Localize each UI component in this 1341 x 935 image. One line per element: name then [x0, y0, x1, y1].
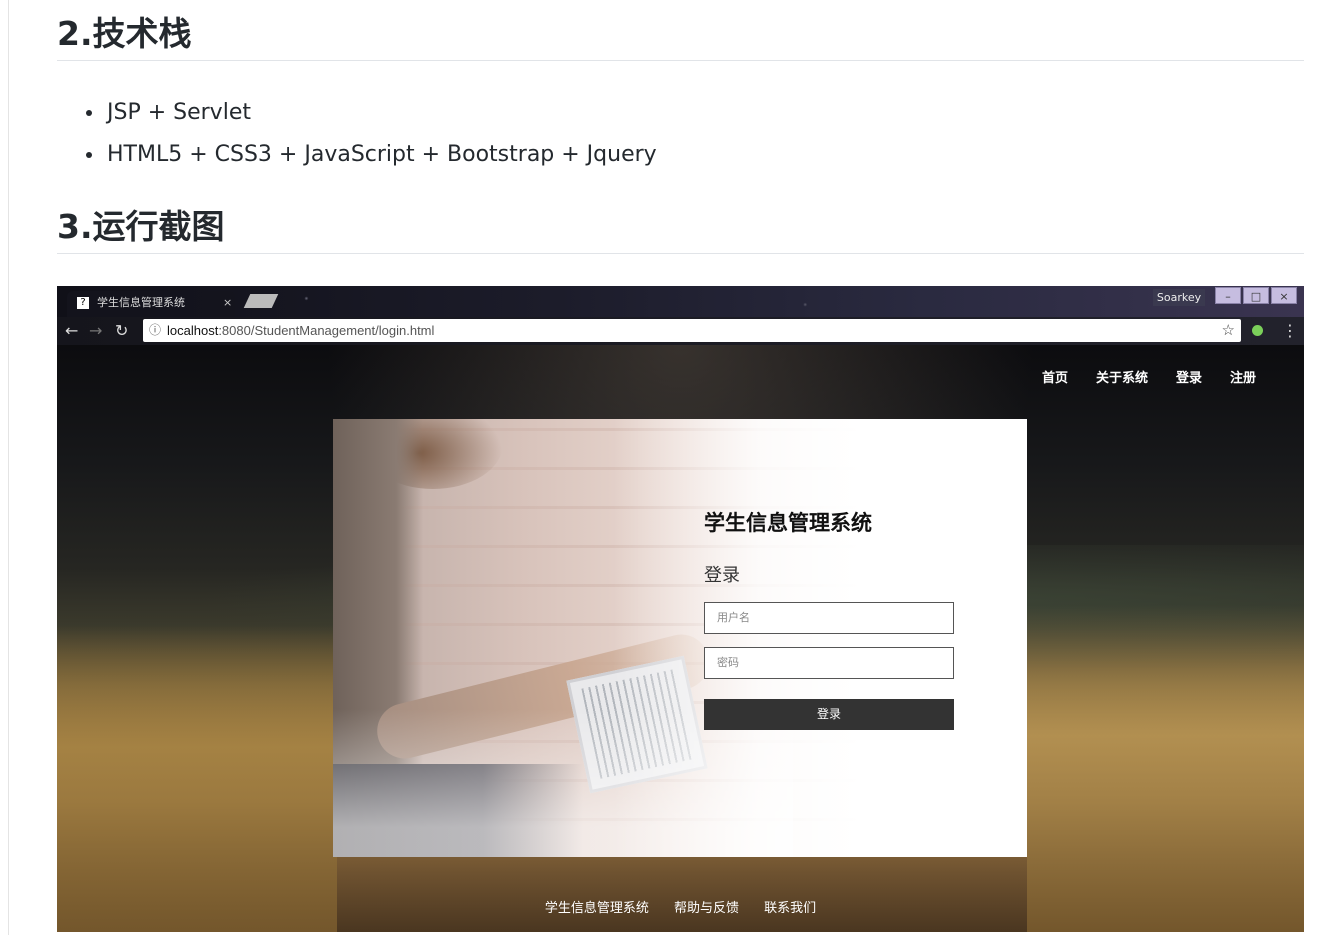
- maximize-button[interactable]: □: [1243, 287, 1269, 304]
- site-footer: 学生信息管理系统 帮助与反馈 联系我们: [57, 897, 1304, 916]
- site-nav: 首页 关于系统 登录 注册: [1042, 367, 1256, 386]
- footer-link-system[interactable]: 学生信息管理系统: [545, 897, 649, 916]
- url-path: :8080/StudentManagement/login.html: [218, 323, 435, 338]
- username-input[interactable]: 用户名: [704, 602, 954, 634]
- nav-item-register[interactable]: 注册: [1230, 367, 1256, 386]
- url-host: localhost: [167, 323, 219, 338]
- browser-toolbar: ← → ↻ ⓘ localhost:8080/StudentManagement…: [57, 317, 1304, 345]
- profile-chip[interactable]: Soarkey: [1153, 289, 1205, 306]
- app-screenshot: ? 学生信息管理系统 × Soarkey – □ × ← → ↻ ⓘ local…: [57, 286, 1304, 932]
- login-button[interactable]: 登录: [704, 699, 954, 730]
- forward-arrow-icon[interactable]: →: [89, 321, 102, 341]
- browser-tab[interactable]: ? 学生信息管理系统 ×: [67, 291, 235, 317]
- system-title: 学生信息管理系统: [704, 511, 872, 535]
- new-tab-button[interactable]: [243, 294, 279, 308]
- nav-item-login[interactable]: 登录: [1176, 367, 1202, 386]
- address-bar-input[interactable]: ⓘ localhost:8080/StudentManagement/login…: [143, 319, 1241, 342]
- footer-link-help[interactable]: 帮助与反馈: [674, 897, 739, 916]
- list-item: HTML5 + CSS3 + JavaScript + Bootstrap + …: [105, 134, 657, 176]
- section-heading-screenshots: 3.运行截图: [57, 207, 1304, 254]
- nav-item-about[interactable]: 关于系统: [1096, 367, 1148, 386]
- left-border-rule: [8, 0, 9, 935]
- login-heading: 登录: [704, 565, 740, 586]
- tech-stack-list: JSP + Servlet HTML5 + CSS3 + JavaScript …: [79, 92, 657, 176]
- info-icon[interactable]: ⓘ: [149, 319, 161, 342]
- nav-item-home[interactable]: 首页: [1042, 367, 1068, 386]
- back-arrow-icon[interactable]: ←: [65, 321, 78, 341]
- background-grass-right: [1027, 605, 1304, 932]
- login-card: 学生信息管理系统 登录 用户名 密码 登录: [333, 419, 1027, 857]
- tab-close-icon[interactable]: ×: [223, 291, 232, 315]
- star-icon[interactable]: ☆: [1222, 319, 1235, 342]
- footer-link-contact[interactable]: 联系我们: [764, 897, 816, 916]
- tab-title: 学生信息管理系统: [97, 296, 185, 309]
- background-grass-left: [57, 625, 337, 932]
- minimize-button[interactable]: –: [1215, 287, 1241, 304]
- close-window-button[interactable]: ×: [1271, 287, 1297, 304]
- url-text: localhost:8080/StudentManagement/login.h…: [167, 319, 434, 342]
- browser-titlebar: ? 学生信息管理系统 × Soarkey – □ ×: [57, 286, 1304, 317]
- extension-icon[interactable]: [1252, 325, 1263, 336]
- password-input[interactable]: 密码: [704, 647, 954, 679]
- menu-icon[interactable]: ⋮: [1282, 321, 1298, 340]
- list-item: JSP + Servlet: [105, 92, 657, 134]
- photo-fade-right: [613, 419, 1027, 857]
- login-page: 首页 关于系统 登录 注册 学生信息管理系统 登录 用户名 密码 登录 学生信息…: [57, 345, 1304, 932]
- section-heading-tech-stack: 2.技术栈: [57, 14, 1304, 61]
- favicon-icon: ?: [77, 297, 89, 309]
- reload-icon[interactable]: ↻: [115, 321, 128, 341]
